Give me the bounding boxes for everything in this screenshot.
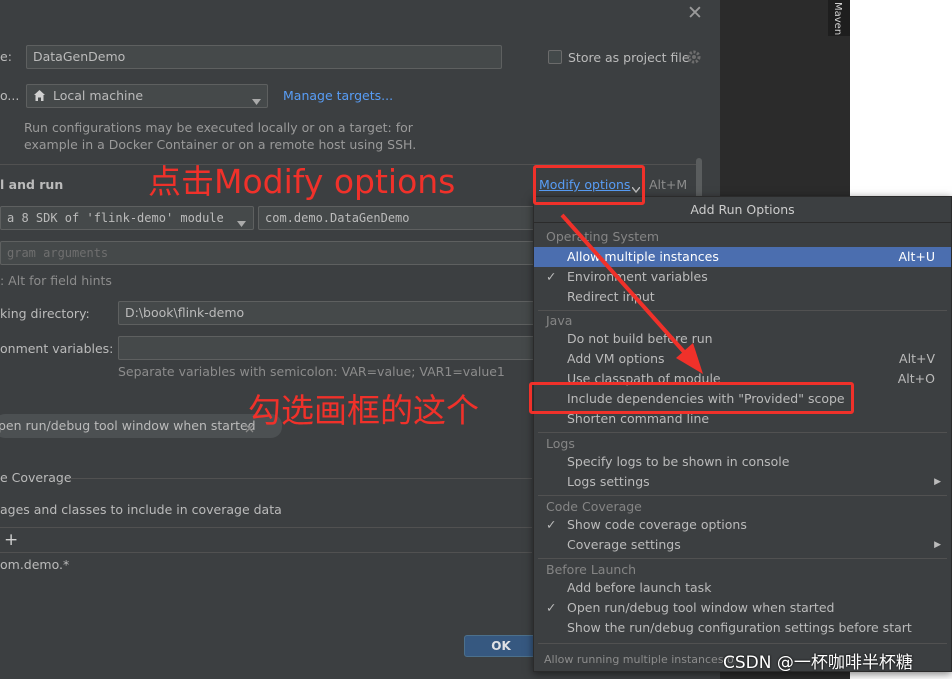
annotation-click-modify: 点击Modify options — [148, 162, 456, 201]
annotation-check-this: 勾选画框的这个 — [248, 391, 479, 430]
csdn-watermark: CSDN @一杯咖啡半杯糖 — [723, 653, 913, 673]
annotation-arrow — [560, 213, 703, 374]
